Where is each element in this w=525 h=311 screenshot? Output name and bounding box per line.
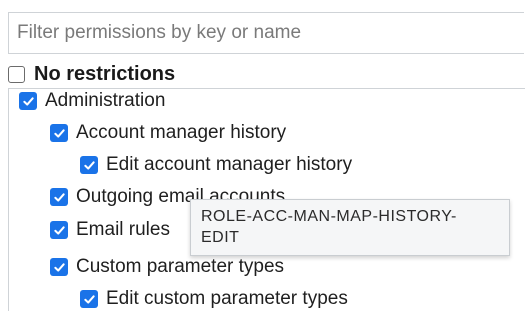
tree-item-email-rules[interactable]: Email rules [50, 218, 170, 242]
tree-item-label: Administration [45, 90, 166, 111]
checkbox-checked-icon[interactable] [50, 221, 68, 239]
checkbox-checked-icon[interactable] [80, 290, 98, 308]
tree-item-label: Edit account manager history [106, 154, 353, 175]
tree-item-edit-account-manager-history[interactable]: Edit account manager history [80, 153, 352, 177]
checkbox-checked-icon[interactable] [50, 188, 68, 206]
tooltip-line: EDIT [201, 229, 240, 246]
permission-filter-input[interactable] [8, 12, 524, 54]
checkbox-checked-icon[interactable] [50, 258, 68, 276]
permission-key-tooltip: ROLE-ACC-MAN-MAP-HISTORY- EDIT [190, 199, 510, 256]
tree-item-label: Email rules [76, 219, 170, 240]
tree-item-administration[interactable]: Administration [19, 89, 165, 113]
no-restrictions-option[interactable]: No restrictions [8, 62, 175, 86]
checkbox-checked-icon[interactable] [19, 92, 37, 110]
tree-item-account-manager-history[interactable]: Account manager history [50, 121, 286, 145]
checkbox-checked-icon[interactable] [80, 156, 98, 174]
tree-item-label: Edit custom parameter types [106, 288, 348, 309]
no-restrictions-checkbox[interactable] [8, 65, 25, 83]
tree-item-label: Custom parameter types [76, 256, 285, 277]
tree-item-edit-custom-parameter-types[interactable]: Edit custom parameter types [80, 287, 348, 311]
tooltip-line: ROLE-ACC-MAN-MAP-HISTORY- [201, 208, 457, 225]
no-restrictions-label: No restrictions [34, 62, 176, 85]
checkbox-checked-icon[interactable] [50, 124, 68, 142]
tree-item-custom-parameter-types[interactable]: Custom parameter types [50, 255, 284, 279]
tree-item-label: Account manager history [76, 122, 287, 143]
